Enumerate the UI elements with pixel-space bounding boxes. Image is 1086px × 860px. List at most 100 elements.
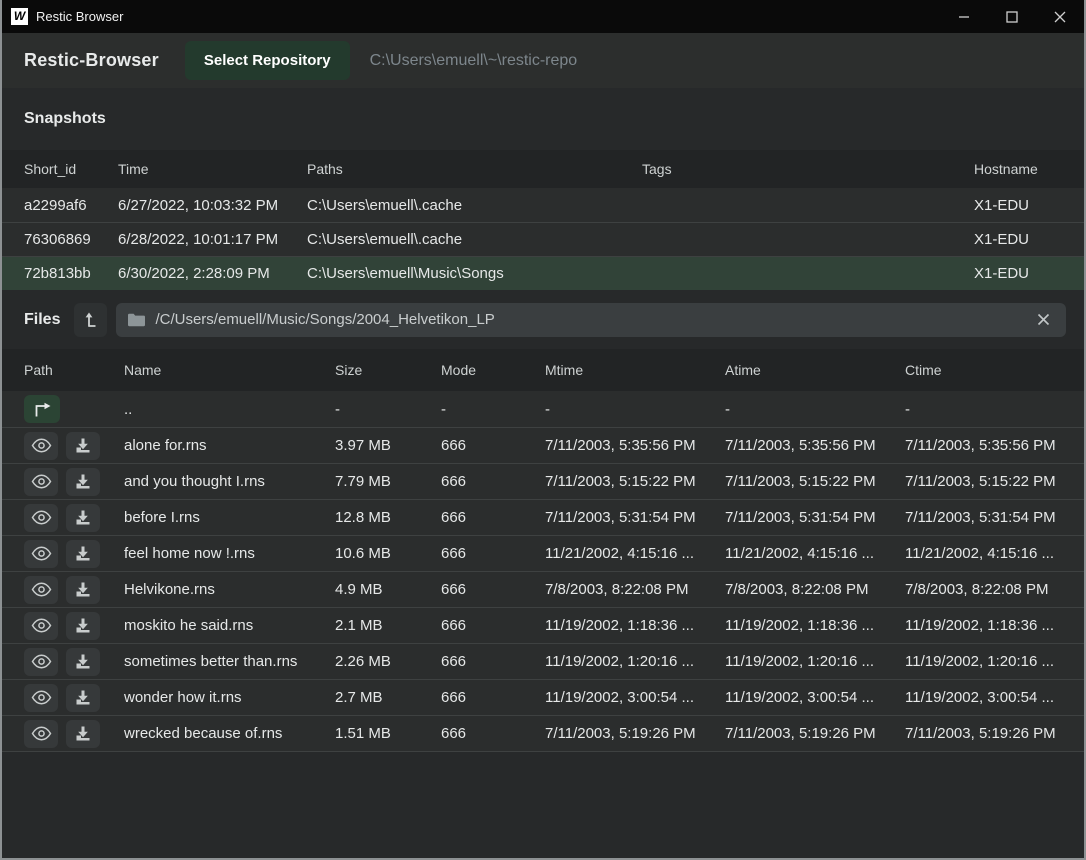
snapshots-section-header: Snapshots [2,88,1084,150]
snapshot-row[interactable]: 72b813bb6/30/2022, 2:28:09 PMC:\Users\em… [2,256,1084,290]
column-mtime: Mtime [545,362,725,378]
files-path-input[interactable] [155,311,1025,328]
file-mode: - [441,401,545,418]
snapshot-time: 6/30/2022, 2:28:09 PM [118,265,307,282]
snapshot-short-id: a2299af6 [24,197,118,214]
preview-file-button[interactable] [24,612,58,640]
close-button[interactable] [1036,0,1084,33]
file-row: feel home now !.rns10.6 MB66611/21/2002,… [2,535,1084,571]
file-mtime: 7/8/2003, 8:22:08 PM [545,581,725,598]
download-file-button[interactable] [66,504,100,532]
preview-file-button[interactable] [24,576,58,604]
file-atime: 7/11/2003, 5:19:26 PM [725,725,905,742]
maximize-button[interactable] [988,0,1036,33]
file-size: 2.26 MB [335,653,441,670]
file-mode: 666 [441,617,545,634]
download-file-button[interactable] [66,540,100,568]
file-mode: 666 [441,581,545,598]
eye-icon [31,474,52,489]
preview-file-button[interactable] [24,684,58,712]
clear-path-button[interactable] [1033,309,1054,330]
file-atime: 11/21/2002, 4:15:16 ... [725,545,905,562]
file-name: sometimes better than.rns [124,653,335,670]
file-row-actions [24,540,124,568]
files-table-body: ..-----alone for.rns3.97 MB6667/11/2003,… [2,391,1084,752]
file-mode: 666 [441,545,545,562]
file-row: before I.rns12.8 MB6667/11/2003, 5:31:54… [2,499,1084,535]
level-up-icon [82,311,100,329]
preview-file-button[interactable] [24,648,58,676]
file-ctime: - [905,401,1084,418]
column-tags: Tags [642,161,974,177]
file-atime: 11/19/2002, 3:00:54 ... [725,689,905,706]
file-name: .. [124,401,335,418]
file-row-actions [24,576,124,604]
eye-icon [31,726,52,741]
file-mode: 666 [441,437,545,454]
file-row: wrecked because of.rns1.51 MB6667/11/200… [2,715,1084,751]
select-repository-button[interactable]: Select Repository [185,41,350,80]
column-size: Size [335,362,441,378]
file-size: 1.51 MB [335,725,441,742]
file-row-actions [24,684,124,712]
file-size: 3.97 MB [335,437,441,454]
window-title: Restic Browser [36,9,123,24]
folder-icon [128,313,145,327]
snapshot-hostname: X1-EDU [974,197,1084,214]
close-icon [1054,11,1066,23]
download-file-button[interactable] [66,648,100,676]
app-icon: W [11,8,28,25]
repository-path[interactable]: C:\Users\emuell\~\restic-repo [370,52,578,70]
file-atime: 11/19/2002, 1:20:16 ... [725,653,905,670]
file-row-actions [24,648,124,676]
eye-icon [31,582,52,597]
file-size: - [335,401,441,418]
preview-file-button[interactable] [24,540,58,568]
preview-file-button[interactable] [24,504,58,532]
download-file-button[interactable] [66,684,100,712]
file-row: alone for.rns3.97 MB6667/11/2003, 5:35:5… [2,427,1084,463]
download-file-button[interactable] [66,576,100,604]
eye-icon [31,438,52,453]
download-file-button[interactable] [66,432,100,460]
file-mode: 666 [441,509,545,526]
snapshot-row[interactable]: a2299af66/27/2022, 10:03:32 PMC:\Users\e… [2,188,1084,222]
file-ctime: 7/11/2003, 5:19:26 PM [905,725,1084,742]
file-ctime: 11/19/2002, 1:18:36 ... [905,617,1084,634]
go-parent-dir-button[interactable] [24,395,60,423]
snapshots-table-header: Short_id Time Paths Tags Hostname [2,150,1084,188]
eye-icon [31,510,52,525]
snapshot-hostname: X1-EDU [974,265,1084,282]
preview-file-button[interactable] [24,468,58,496]
snapshot-short-id: 72b813bb [24,265,118,282]
download-file-button[interactable] [66,468,100,496]
preview-file-button[interactable] [24,720,58,748]
file-mode: 666 [441,725,545,742]
eye-icon [31,546,52,561]
file-ctime: 7/11/2003, 5:35:56 PM [905,437,1084,454]
file-name: feel home now !.rns [124,545,335,562]
snapshot-short-id: 76306869 [24,231,118,248]
file-atime: 7/11/2003, 5:15:22 PM [725,473,905,490]
download-file-button[interactable] [66,612,100,640]
minimize-icon [958,11,970,23]
column-paths: Paths [307,161,642,177]
preview-file-button[interactable] [24,432,58,460]
go-up-icon [32,402,52,417]
files-title: Files [24,311,60,329]
app-title: Restic-Browser [24,50,159,71]
file-row: Helvikone.rns4.9 MB6667/8/2003, 8:22:08 … [2,571,1084,607]
column-short-id: Short_id [24,161,118,177]
file-mtime: 7/11/2003, 5:15:22 PM [545,473,725,490]
minimize-button[interactable] [940,0,988,33]
file-mode: 666 [441,689,545,706]
maximize-icon [1006,11,1018,23]
path-level-up-button[interactable] [74,303,107,337]
download-file-button[interactable] [66,720,100,748]
file-size: 7.79 MB [335,473,441,490]
snapshot-row[interactable]: 763068696/28/2022, 10:01:17 PMC:\Users\e… [2,222,1084,256]
file-size: 12.8 MB [335,509,441,526]
files-path-bar [116,303,1066,337]
eye-icon [31,618,52,633]
file-atime: 11/19/2002, 1:18:36 ... [725,617,905,634]
